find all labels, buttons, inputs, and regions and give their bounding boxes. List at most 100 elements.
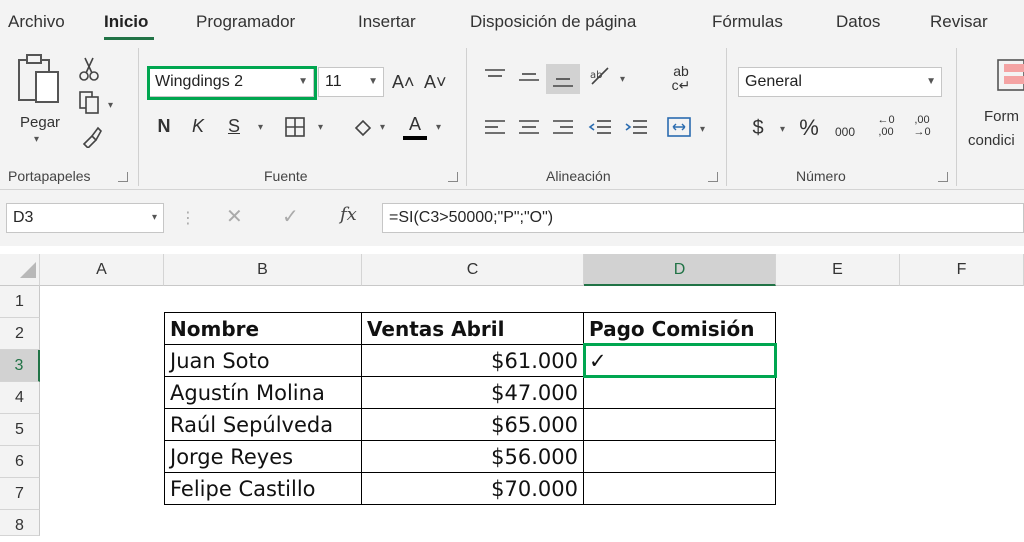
row-header-3[interactable]: 3 [0, 350, 40, 382]
copy-dropdown-icon[interactable]: ▾ [108, 100, 113, 111]
insert-function-button[interactable]: fx [340, 204, 357, 225]
name-cell[interactable]: Raúl Sepúlveda [165, 409, 362, 441]
orientation-icon[interactable]: ab [588, 64, 616, 88]
align-center-icon[interactable] [518, 118, 540, 138]
column-header-c[interactable]: C [362, 254, 584, 286]
borders-dropdown-icon[interactable]: ▾ [318, 122, 323, 133]
format-painter-icon[interactable] [80, 126, 102, 148]
cut-icon[interactable] [78, 56, 100, 82]
enter-icon[interactable]: ✓ [282, 204, 299, 229]
sales-cell[interactable]: $65.000 [362, 409, 584, 441]
font-color-icon[interactable]: A [404, 114, 426, 134]
column-header-f[interactable]: F [900, 254, 1024, 286]
merge-center-icon[interactable] [666, 116, 692, 138]
tab-revisar[interactable]: Revisar [930, 12, 988, 32]
paste-label: Pegar [20, 114, 61, 131]
alignment-launcher-icon[interactable] [708, 172, 718, 182]
underline-button[interactable]: S [224, 116, 244, 136]
formula-input[interactable]: =SI(C3>50000;"P";"O") [382, 203, 1024, 233]
column-header-e[interactable]: E [776, 254, 900, 286]
sales-cell[interactable]: $47.000 [362, 377, 584, 409]
clipboard-launcher-icon[interactable] [118, 172, 128, 182]
sales-cell[interactable]: $56.000 [362, 441, 584, 473]
commission-cell[interactable] [584, 441, 776, 473]
column-header-d[interactable]: D [584, 254, 776, 286]
table-header-cell[interactable]: Nombre [165, 313, 362, 345]
ribbon-tabs: Archivo Inicio Programador Insertar Disp… [0, 0, 1024, 42]
commission-cell[interactable] [584, 409, 776, 441]
name-cell[interactable]: Jorge Reyes [165, 441, 362, 473]
row-header-8[interactable]: 8 [0, 510, 40, 536]
conditional-format-label-2[interactable]: condici [968, 132, 1015, 149]
table-header-cell[interactable]: Pago Comisión [584, 313, 776, 345]
conditional-format-label-1[interactable]: Form [984, 108, 1019, 125]
row-header-2[interactable]: 2 [0, 318, 40, 350]
decrease-indent-icon[interactable] [588, 118, 612, 138]
number-launcher-icon[interactable] [938, 172, 948, 182]
sales-cell[interactable]: $70.000 [362, 473, 584, 505]
tab-datos[interactable]: Datos [836, 12, 880, 32]
name-cell[interactable]: Juan Soto [165, 345, 362, 377]
row-header-4[interactable]: 4 [0, 382, 40, 414]
increase-decimal-icon[interactable]: ←0,00 [872, 114, 900, 138]
decrease-decimal-icon[interactable]: ,00 →0 [908, 114, 936, 138]
font-size-combo[interactable]: 11 ▼ [318, 67, 384, 97]
row-header-5[interactable]: 5 [0, 414, 40, 446]
copy-icon[interactable] [78, 90, 102, 116]
align-left-icon[interactable] [484, 118, 506, 138]
group-divider [466, 48, 467, 186]
align-top-icon[interactable] [484, 68, 506, 86]
italic-button[interactable]: K [188, 116, 208, 136]
formula-text: =SI(C3>50000;"P";"O") [389, 209, 554, 226]
borders-icon[interactable] [284, 116, 306, 138]
row-header-6[interactable]: 6 [0, 446, 40, 478]
align-bottom-button[interactable] [546, 64, 580, 94]
increase-indent-icon[interactable] [624, 118, 648, 138]
font-color-dropdown-icon[interactable]: ▾ [436, 122, 441, 133]
tab-insertar[interactable]: Insertar [358, 12, 416, 32]
bold-button[interactable]: N [154, 116, 174, 136]
cancel-icon[interactable]: ✕ [226, 204, 243, 229]
align-right-icon[interactable] [552, 118, 574, 138]
currency-dropdown-icon[interactable]: ▾ [780, 124, 785, 135]
name-box[interactable]: D3 ▾ [6, 203, 164, 233]
underline-dropdown-icon[interactable]: ▾ [258, 122, 263, 133]
currency-button[interactable]: $ [748, 118, 768, 138]
commission-cell[interactable] [584, 377, 776, 409]
tab-archivo[interactable]: Archivo [8, 12, 65, 32]
wrap-text-icon[interactable]: ab c↵ [668, 64, 694, 92]
tab-inicio[interactable]: Inicio [104, 12, 148, 32]
column-header-a[interactable]: A [40, 254, 164, 286]
fill-color-icon[interactable] [352, 116, 374, 140]
number-format-combo[interactable]: General ▼ [738, 67, 942, 97]
number-format-dropdown-icon[interactable]: ▼ [926, 68, 936, 96]
thousands-button[interactable]: 000 [830, 122, 860, 142]
tab-disposicion[interactable]: Disposición de página [470, 12, 636, 32]
conditional-format-icon[interactable] [996, 58, 1024, 92]
orientation-dropdown-icon[interactable]: ▾ [620, 74, 625, 85]
table-header-cell[interactable]: Ventas Abril [362, 313, 584, 345]
paste-dropdown-icon[interactable]: ▾ [34, 134, 39, 145]
name-cell[interactable]: Felipe Castillo [165, 473, 362, 505]
increase-font-icon[interactable]: A˄ [392, 72, 415, 92]
paste-button[interactable]: Pegar ▾ [16, 52, 66, 145]
row-header-1[interactable]: 1 [0, 286, 40, 318]
align-middle-icon[interactable] [518, 68, 540, 86]
sales-cell[interactable]: $61.000 [362, 345, 584, 377]
merge-dropdown-icon[interactable]: ▾ [700, 124, 705, 135]
tab-programador[interactable]: Programador [196, 12, 295, 32]
name-box-dropdown-icon[interactable]: ▾ [152, 204, 157, 232]
row-header-7[interactable]: 7 [0, 478, 40, 510]
tab-formulas[interactable]: Fórmulas [712, 12, 783, 32]
percent-button[interactable]: % [796, 117, 822, 139]
decrease-font-icon[interactable]: A˅ [424, 72, 447, 92]
active-tab-indicator [104, 37, 154, 40]
column-header-b[interactable]: B [164, 254, 362, 286]
fill-color-dropdown-icon[interactable]: ▾ [380, 122, 385, 133]
font-launcher-icon[interactable] [448, 172, 458, 182]
commission-cell[interactable] [584, 473, 776, 505]
name-cell[interactable]: Agustín Molina [165, 377, 362, 409]
align-bottom-icon [553, 78, 573, 87]
font-color-swatch [403, 136, 427, 140]
font-size-dropdown-icon[interactable]: ▼ [368, 68, 378, 96]
